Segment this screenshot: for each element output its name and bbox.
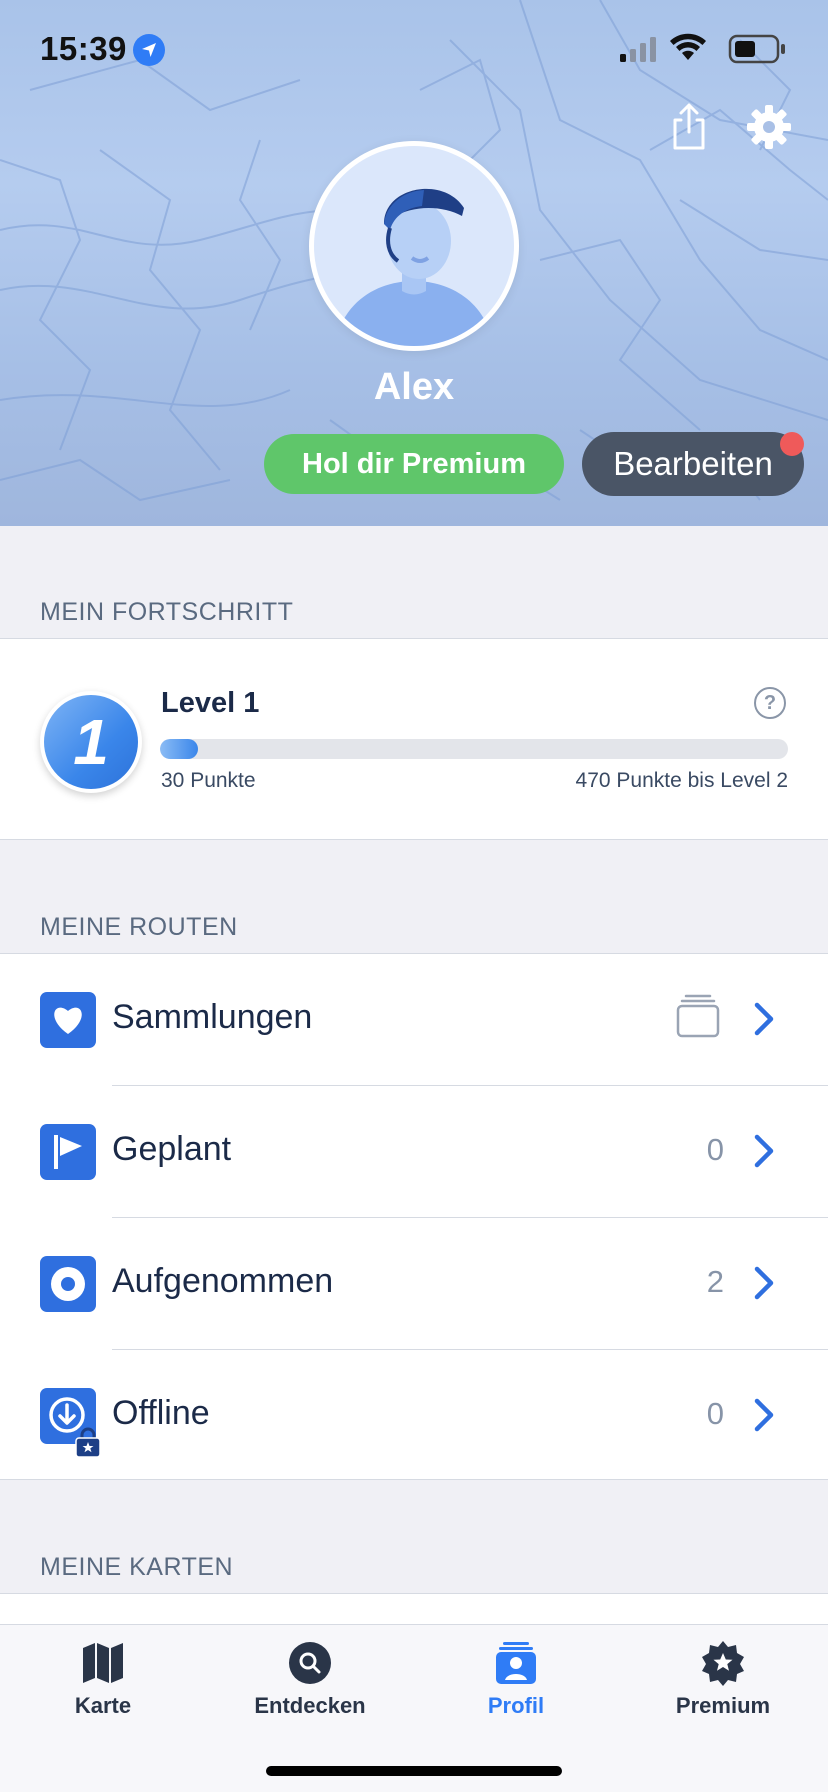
level-progress-bar [160,739,788,759]
cellular-signal-icon [620,37,656,62]
search-icon [286,1639,334,1687]
user-name: Alex [373,366,455,408]
cyclist-avatar-icon [334,188,494,346]
chevron-right-icon [754,1002,774,1036]
wifi-icon [670,33,706,60]
profile-header: 15:39 Alex Hol dir Premium Bearbeiten [0,0,828,526]
tab-label: Profil [487,1693,545,1718]
maps-section-title: MEINE KARTEN [40,1553,234,1581]
progress-card[interactable]: 1 Level 1 ? 30 Punkte 470 Punkte bis Lev… [0,638,828,840]
route-row-geplant[interactable]: Geplant 0 [0,1086,828,1218]
level-badge: 1 [40,691,142,793]
edit-profile-button[interactable]: Bearbeiten [582,432,804,496]
flag-icon [40,1124,96,1180]
route-count: 0 [706,1132,724,1167]
location-arrow-icon [133,34,165,66]
route-count: 2 [706,1264,724,1299]
points-to-next-level: 470 Punkte bis Level 2 [575,769,788,792]
route-label: Offline [112,1394,210,1432]
notification-dot [780,432,804,456]
route-row-offline[interactable]: Offline 0 [0,1350,828,1482]
route-row-aufgenommen[interactable]: Aufgenommen 2 [0,1218,828,1350]
gear-icon [747,105,791,149]
current-points: 30 Punkte [161,769,256,792]
share-icon [673,103,705,150]
tab-premium[interactable]: Premium [633,1639,813,1739]
routes-card: Sammlungen Geplant 0 Aufgenommen 2 Offli… [0,953,828,1480]
tab-karte[interactable]: Karte [13,1639,193,1739]
map-icon [79,1639,127,1687]
avatar[interactable] [309,141,519,351]
chevron-right-icon [754,1134,774,1168]
home-indicator [266,1766,562,1776]
help-icon[interactable]: ? [754,687,786,719]
route-label: Sammlungen [112,998,313,1036]
status-icons [620,33,785,64]
profile-icon [492,1639,540,1687]
chevron-right-icon [754,1266,774,1300]
route-label: Geplant [112,1130,232,1168]
heart-icon [40,992,96,1048]
tab-label: Entdecken [254,1693,366,1718]
tab-entdecken[interactable]: Entdecken [220,1639,400,1739]
share-button[interactable] [662,100,716,154]
battery-icon [728,34,785,64]
routes-section-title: MEINE ROUTEN [40,913,238,941]
record-icon [40,1256,96,1312]
level-title: Level 1 [161,687,260,719]
level-progress-fill [160,739,198,759]
premium-star-icon [699,1639,747,1687]
collections-stack-icon [676,994,720,1038]
route-count: 0 [706,1396,724,1431]
tab-label: Premium [675,1693,771,1718]
settings-button[interactable] [742,100,796,154]
chevron-right-icon [754,1398,774,1432]
progress-section-title: MEIN FORTSCHRITT [40,598,294,626]
route-label: Aufgenommen [112,1262,334,1300]
get-premium-button[interactable]: Hol dir Premium [264,434,564,494]
level-badge-number: 1 [44,695,138,789]
route-row-sammlungen[interactable]: Sammlungen [0,954,828,1086]
tab-label: Karte [74,1693,132,1718]
premium-lock-icon [75,1427,101,1458]
tab-profil[interactable]: Profil [426,1639,606,1739]
status-time: 15:39 [40,30,127,67]
